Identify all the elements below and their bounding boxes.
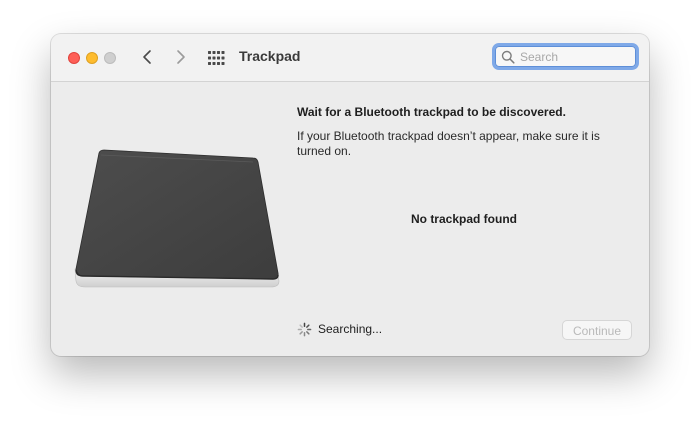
zoom-button [104, 52, 116, 64]
preferences-window: Trackpad Search Wait for a Bluetooth tra… [51, 34, 649, 356]
minimize-button[interactable] [86, 52, 98, 64]
spinner-icon [297, 322, 312, 337]
show-all-button[interactable] [207, 50, 225, 66]
search-field[interactable] [492, 43, 639, 70]
discovery-status: No trackpad found [410, 212, 517, 226]
forward-button[interactable] [169, 46, 191, 68]
continue-button[interactable]: Continue [562, 320, 632, 340]
instruction-description: If your Bluetooth trackpad doesn’t appea… [297, 129, 600, 158]
show-all-grid-icon [208, 51, 225, 65]
window-title: Trackpad [239, 48, 301, 64]
searching-label: Searching... [318, 322, 383, 336]
instruction-heading: Wait for a Bluetooth trackpad to be disc… [297, 105, 566, 119]
search-icon [501, 50, 515, 64]
titlebar: Trackpad [51, 34, 649, 82]
search-input[interactable] [520, 48, 630, 65]
magic-trackpad-illustration [73, 149, 283, 291]
chevron-left-icon [143, 50, 151, 64]
chevron-right-icon [177, 50, 185, 64]
back-button[interactable] [137, 46, 159, 68]
close-button[interactable] [68, 52, 80, 64]
